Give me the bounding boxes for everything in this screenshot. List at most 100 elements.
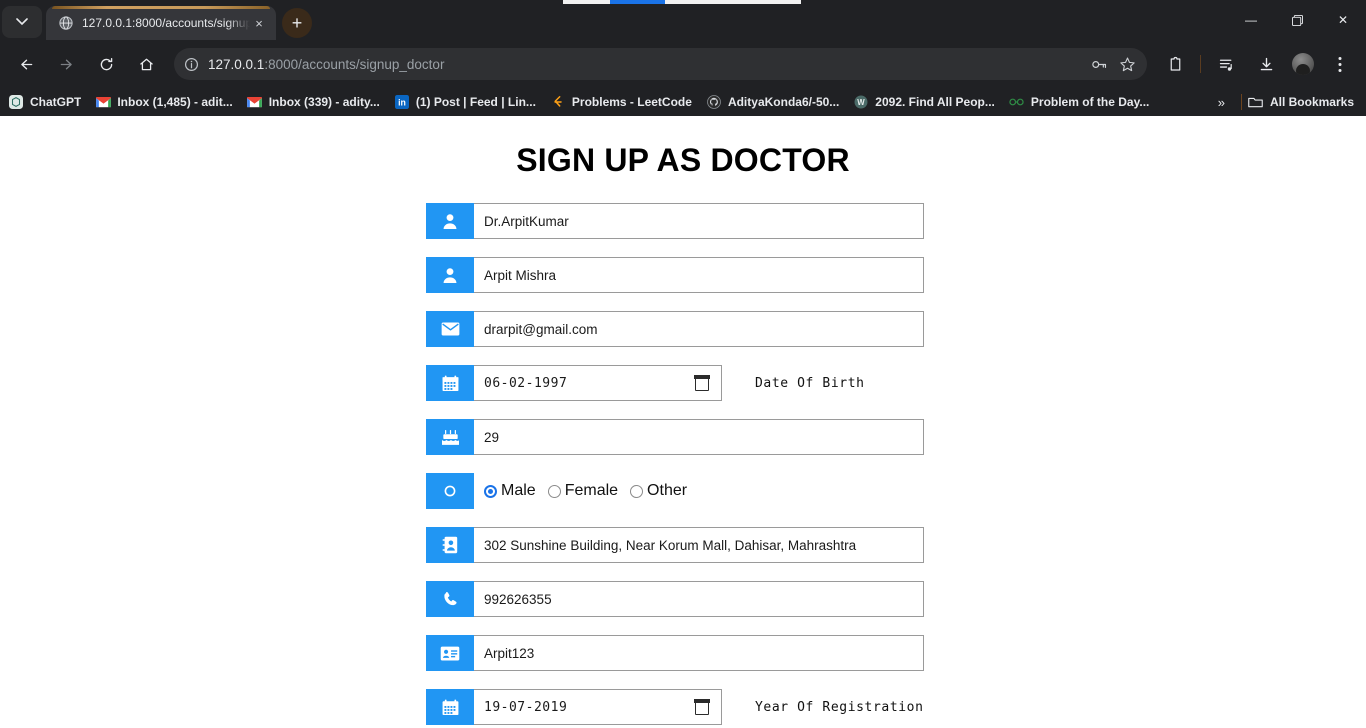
profile-avatar[interactable] — [1292, 53, 1314, 75]
bookmarks-overflow-area: » All Bookmarks — [1208, 94, 1358, 110]
date-of-birth-value: 06-02-1997 — [484, 375, 568, 391]
age-input[interactable]: 29 — [474, 419, 924, 455]
username-input[interactable]: Dr.ArpitKumar — [474, 203, 924, 239]
date-picker-icon[interactable] — [694, 698, 710, 715]
tab-title: 127.0.0.1:8000/accounts/signup — [82, 16, 250, 30]
birthday-cake-icon — [426, 419, 474, 455]
form-row-gender: Male Female Other — [0, 473, 1366, 509]
bookmark-chatgpt[interactable]: ChatGPT — [8, 94, 81, 110]
year-of-registration-label: Year Of Registration — [755, 699, 924, 715]
gender-option-label: Female — [564, 482, 619, 499]
leetcode-icon — [550, 94, 566, 110]
close-window-icon[interactable]: ✕ — [1320, 4, 1366, 36]
globe-icon — [58, 15, 74, 31]
gmail-icon — [95, 94, 111, 110]
close-icon[interactable]: × — [250, 14, 268, 32]
reload-button[interactable] — [90, 48, 122, 80]
full-name-input[interactable]: Arpit Mishra — [474, 257, 924, 293]
linkedin-icon: in — [394, 94, 410, 110]
gender-option-label: Other — [647, 482, 688, 499]
email-input[interactable]: drarpit@gmail.com — [474, 311, 924, 347]
maximize-icon[interactable] — [1274, 4, 1320, 36]
year-of-registration-input[interactable]: 19-07-2019 — [474, 689, 722, 725]
form-row-phone: 992626355 — [0, 581, 1366, 617]
bookmark-inbox-2[interactable]: Inbox (339) - adity... — [247, 94, 380, 110]
radio-dot[interactable] — [547, 484, 561, 498]
all-bookmarks-label: All Bookmarks — [1269, 95, 1354, 109]
gfg-icon — [1009, 94, 1025, 110]
bookmarks-divider — [1240, 94, 1242, 110]
phone-input[interactable]: 992626355 — [474, 581, 924, 617]
calendar-icon — [426, 689, 474, 725]
star-icon[interactable] — [1113, 50, 1141, 78]
date-picker-icon[interactable] — [694, 374, 710, 391]
bookmark-leetcode[interactable]: Problems - LeetCode — [550, 94, 692, 110]
date-of-birth-input[interactable]: 06-02-1997 — [474, 365, 722, 401]
bookmark-leetcode-problem[interactable]: W 2092. Find All Peop... — [853, 94, 995, 110]
new-tab-button[interactable]: + — [282, 8, 312, 38]
form-row-age: 29 — [0, 419, 1366, 455]
home-button[interactable] — [130, 48, 162, 80]
bookmark-label: Inbox (339) - adity... — [268, 95, 380, 109]
bookmark-linkedin[interactable]: in (1) Post | Feed | Lin... — [394, 94, 536, 110]
form-row-date-of-birth: 06-02-1997 Date Of Birth — [0, 365, 1366, 401]
url-text[interactable]: 127.0.0.1:8000/accounts/signup_doctor — [204, 57, 1085, 72]
gender-option-female[interactable]: Female — [547, 482, 619, 500]
gender-circle-icon — [426, 473, 474, 509]
forward-button[interactable] — [50, 48, 82, 80]
form-row-address: 302 Sunshine Building, Near Korum Mall, … — [0, 527, 1366, 563]
browser-window: 127.0.0.1:8000/accounts/signup × + — ✕ 1… — [0, 0, 1366, 728]
page-title: SIGN UP AS DOCTOR — [516, 142, 850, 178]
bookmark-github[interactable]: AdityaKonda6/-50... — [706, 94, 839, 110]
w-circle-icon: W — [853, 94, 869, 110]
radio-dot-selected[interactable] — [484, 484, 497, 498]
browser-tab-active[interactable]: 127.0.0.1:8000/accounts/signup × — [46, 6, 276, 40]
form-row-full-name: Arpit Mishra — [0, 257, 1366, 293]
window-controls: — ✕ — [1228, 0, 1366, 40]
extensions-puzzle-icon[interactable] — [1159, 48, 1191, 80]
gmail-icon — [247, 94, 263, 110]
chatgpt-icon — [8, 94, 24, 110]
bookmark-inbox-1[interactable]: Inbox (1,485) - adit... — [95, 94, 233, 110]
address-bar[interactable]: 127.0.0.1:8000/accounts/signup_doctor — [174, 48, 1147, 80]
url-path: :8000/accounts/signup_doctor — [264, 56, 445, 72]
license-id-input[interactable]: Arpit123 — [474, 635, 924, 671]
all-bookmarks-button[interactable]: All Bookmarks — [1248, 94, 1354, 110]
three-dot-menu-icon[interactable] — [1324, 48, 1356, 80]
gender-radio-group: Male Female Other — [484, 473, 699, 509]
gender-option-other[interactable]: Other — [630, 482, 687, 500]
radio-dot[interactable] — [630, 484, 644, 498]
back-button[interactable] — [10, 48, 42, 80]
url-host: 127.0.0.1 — [208, 56, 265, 72]
gender-option-male[interactable]: Male — [484, 482, 536, 500]
github-icon — [706, 94, 722, 110]
minimize-icon[interactable]: — — [1228, 4, 1274, 36]
tab-strip: 127.0.0.1:8000/accounts/signup × + — ✕ — [0, 0, 1366, 40]
user-icon — [426, 257, 474, 293]
phone-icon — [426, 581, 474, 617]
id-card-icon — [426, 635, 474, 671]
gender-option-label: Male — [501, 482, 536, 499]
bookmarks-bar: ChatGPT Inbox (1,485) - adit... Inbox (3… — [0, 88, 1366, 116]
bookmark-label: ChatGPT — [30, 95, 82, 109]
bookmark-label: Problem of the Day... — [1030, 95, 1150, 109]
bookmarks-overflow-button[interactable]: » — [1208, 95, 1235, 110]
bookmark-gfg-potd[interactable]: Problem of the Day... — [1009, 94, 1149, 110]
page-load-progress-strip — [563, 0, 801, 4]
form-row-year-of-registration: 19-07-2019 Year Of Registration — [0, 689, 1366, 725]
form-row-email: drarpit@gmail.com — [0, 311, 1366, 347]
tab-search-button[interactable] — [2, 6, 42, 38]
bookmark-label: 2092. Find All Peop... — [875, 95, 995, 109]
site-information-icon[interactable] — [178, 51, 204, 77]
bookmark-label: Problems - LeetCode — [571, 95, 692, 109]
svg-text:in: in — [398, 98, 406, 108]
key-icon[interactable] — [1085, 50, 1113, 78]
download-icon[interactable] — [1250, 48, 1282, 80]
svg-text:W: W — [858, 98, 866, 107]
address-input[interactable]: 302 Sunshine Building, Near Korum Mall, … — [474, 527, 924, 563]
date-of-birth-label: Date Of Birth — [755, 375, 865, 391]
bookmark-label: (1) Post | Feed | Lin... — [415, 95, 536, 109]
user-icon — [426, 203, 474, 239]
media-list-icon[interactable] — [1210, 48, 1242, 80]
form-row-license-id: Arpit123 — [0, 635, 1366, 671]
